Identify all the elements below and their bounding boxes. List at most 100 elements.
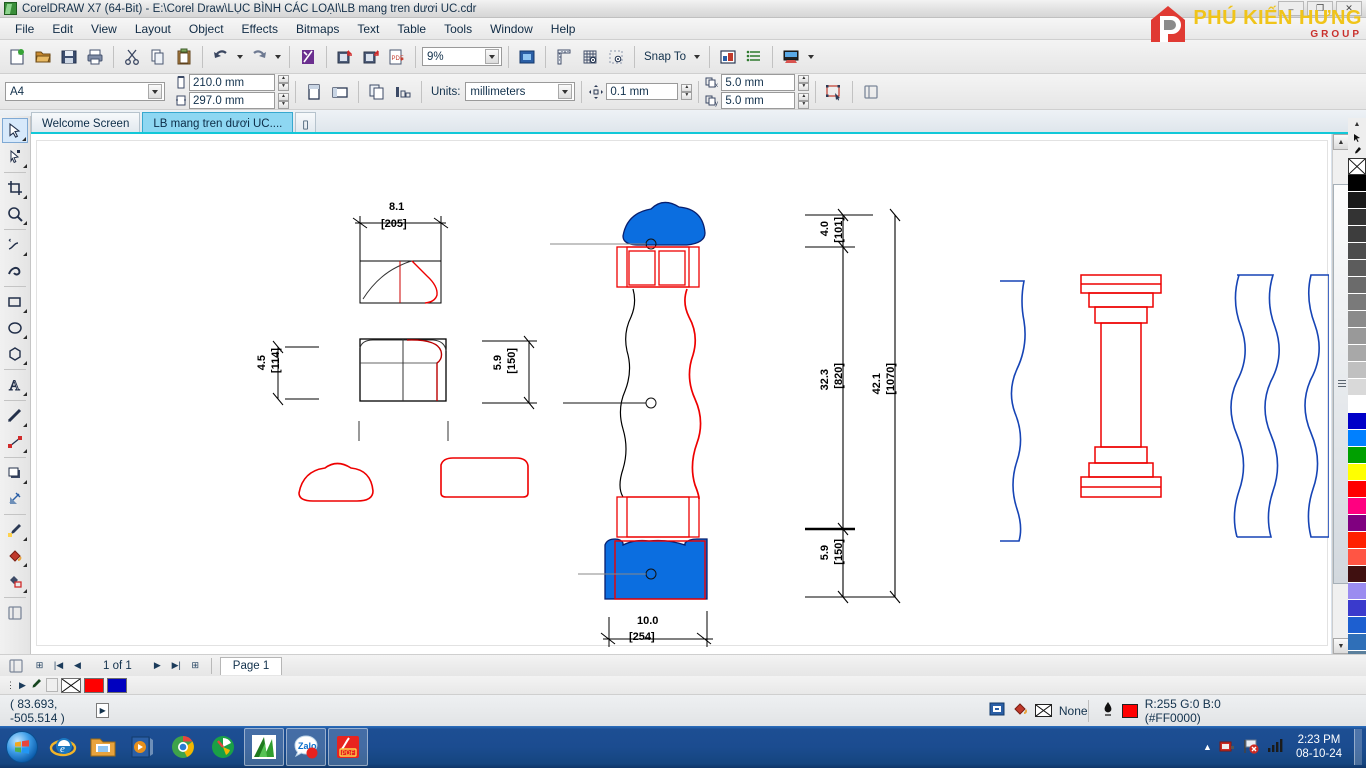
parallel-dimension-tool-flyout-arrow[interactable] [23,423,27,427]
palette-swatch-1[interactable] [1348,192,1366,209]
color-bar-prev-arrow[interactable]: ▶ [19,680,26,691]
new-document-button[interactable] [5,45,29,69]
close-button[interactable]: ✕ [1336,1,1362,16]
application-launcher-dropdown-arrow[interactable] [805,45,817,69]
import-button[interactable] [296,45,320,69]
taskbar-unikey[interactable] [203,728,243,766]
chevron-down-icon[interactable] [558,84,573,99]
show-desktop-button[interactable] [1354,729,1362,765]
start-button[interactable] [1,728,43,766]
transparency-tool[interactable] [2,486,28,511]
scroll-down-button[interactable]: ▼ [1333,638,1349,654]
palette-swatch-17[interactable] [1348,464,1366,481]
nudge-offset-input[interactable]: 0.1 mm [606,83,679,100]
show-rulers-button[interactable] [552,45,576,69]
freehand-tool[interactable] [2,232,28,257]
clock[interactable]: 2:23 PM 08-10-24 [1290,733,1348,762]
rectangle-tool-flyout-arrow[interactable] [23,309,27,313]
palette-swatch-16[interactable] [1348,447,1366,464]
zoom-level-combo[interactable]: 9% [422,47,502,66]
palette-swatch-19[interactable] [1348,498,1366,515]
fullscreen-preview-button[interactable] [515,45,539,69]
landscape-orientation-button[interactable] [328,80,352,104]
palette-swatch-15[interactable] [1348,430,1366,447]
palette-swatch-6[interactable] [1348,277,1366,294]
menu-file[interactable]: File [6,19,43,39]
page-width-input[interactable]: 210.0 mm [189,74,275,91]
palette-swatch-27[interactable] [1348,634,1366,651]
snap-to-label[interactable]: Snap To [641,51,689,63]
snap-to-dropdown-arrow[interactable] [691,45,703,69]
drawing-canvas[interactable]: 8.1 [205] 4.5 [114] 5.9 [150] 4.0 [101] … [31,134,1331,654]
nudge-offset-stepper[interactable]: ▲ ▼ [681,83,693,100]
palette-swatch-9[interactable] [1348,328,1366,345]
palette-swatch-22[interactable] [1348,549,1366,566]
duplicate-x-stepper[interactable]: ▲ ▼ [798,74,810,91]
artistic-media-tool[interactable] [2,258,28,283]
smart-fill-tool[interactable] [2,569,28,594]
smart-fill-tool-flyout-arrow[interactable] [23,589,27,593]
palette-swatch-13[interactable] [1348,396,1366,413]
swatch-blue[interactable] [106,677,127,693]
swatch-red[interactable] [83,677,104,693]
minimize-button[interactable]: – [1278,1,1304,16]
page-height-stepper[interactable]: ▲ ▼ [278,92,289,109]
maximize-button[interactable]: ❐ [1307,1,1333,16]
export-button[interactable] [333,45,357,69]
crop-tool-flyout-arrow[interactable] [23,195,27,199]
outline-color-swatch[interactable] [1122,703,1138,718]
options-button[interactable] [716,45,740,69]
taskbar-google-chrome[interactable] [163,728,203,766]
pick-tool[interactable] [2,118,28,143]
status-expand-button[interactable]: ▶ [96,703,109,718]
palette-swatch-5[interactable] [1348,260,1366,277]
page-border-button[interactable] [859,80,883,104]
menu-tools[interactable]: Tools [435,19,481,39]
portrait-orientation-button[interactable] [302,80,326,104]
palette-swatch-8[interactable] [1348,311,1366,328]
straight-line-connector-tool[interactable] [2,429,28,454]
swatch-none[interactable] [60,677,81,693]
menu-help[interactable]: Help [542,19,585,39]
taskbar-media-player[interactable] [123,728,163,766]
rectangle-tool[interactable] [2,289,28,314]
chevron-down-icon[interactable] [485,49,499,64]
palette-swatch-23[interactable] [1348,566,1366,583]
menu-layout[interactable]: Layout [126,19,180,39]
last-page-button[interactable]: ▶| [169,658,184,673]
taskbar-pdf-reader[interactable]: PDF [328,728,368,766]
eyedropper-tool-flyout-arrow[interactable] [23,537,27,541]
tab-welcome-screen[interactable]: Welcome Screen [31,112,141,132]
fill-color-swatch[interactable] [1034,704,1052,717]
duplicate-x-input[interactable]: 5.0 mm [721,74,796,91]
all-pages-button[interactable] [365,80,389,104]
open-document-button[interactable] [31,45,55,69]
palette-swatch-10[interactable] [1348,345,1366,362]
color-palette[interactable]: ▯ » [1348,158,1366,700]
drop-shadow-tool-flyout-arrow[interactable] [23,480,27,484]
security-icon[interactable] [1218,737,1236,758]
zoom-tool-flyout-arrow[interactable] [23,221,27,225]
palette-swatch-26[interactable] [1348,617,1366,634]
palette-swatch-11[interactable] [1348,362,1366,379]
undo-button[interactable] [209,45,233,69]
scroll-up-button[interactable]: ▲ [1333,134,1349,150]
menu-table[interactable]: Table [388,19,435,39]
palette-swatch-25[interactable] [1348,600,1366,617]
vertical-scrollbar-thumb[interactable] [1333,184,1349,584]
tab-lb-mang-tren-duoi-uc[interactable]: LB mang tren dươi UC.... [142,112,294,132]
zoom-tool[interactable] [2,201,28,226]
show-grid-button[interactable] [578,45,602,69]
taskbar-coreldraw[interactable] [244,728,284,766]
palette-swatch-20[interactable] [1348,515,1366,532]
color-bar-blank[interactable] [45,678,58,692]
polygon-tool-flyout-arrow[interactable] [23,361,27,365]
taskbar-internet-explorer[interactable]: e [43,728,83,766]
copy-button[interactable] [146,45,170,69]
tab-extra[interactable]: ▯ [295,112,316,132]
duplicate-y-input[interactable]: 5.0 mm [721,92,796,109]
swatch-no-color[interactable] [1348,158,1366,175]
interactive-fill-tool[interactable] [2,543,28,568]
palette-swatch-14[interactable] [1348,413,1366,430]
page-width-stepper[interactable]: ▲ ▼ [278,74,289,91]
